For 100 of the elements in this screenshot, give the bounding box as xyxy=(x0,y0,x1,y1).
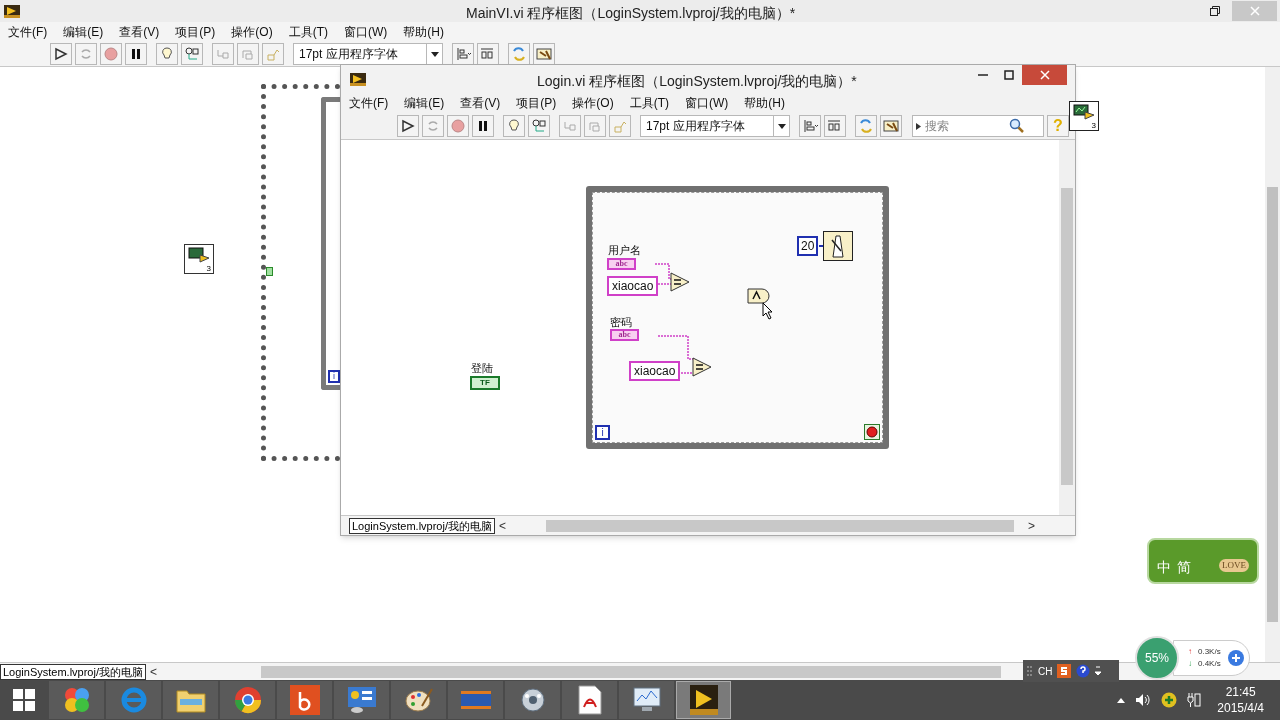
menu-item[interactable]: 查看(V) xyxy=(460,94,501,112)
retain-values-button[interactable] xyxy=(181,43,203,65)
vertical-scrollbar[interactable] xyxy=(1265,67,1280,662)
retain-values-button[interactable] xyxy=(528,115,550,137)
power-plug-icon[interactable] xyxy=(1187,692,1202,708)
menu-item[interactable]: 窗口(W) xyxy=(685,94,729,112)
menu-item[interactable]: 操作(O) xyxy=(572,94,614,112)
loop-iteration-terminal[interactable]: i xyxy=(328,370,340,383)
options-caret-icon[interactable] xyxy=(1095,666,1102,676)
menu-item[interactable]: 帮助(H) xyxy=(403,23,444,41)
upload-arrow-icon: ↑ xyxy=(1188,646,1192,658)
highlight-button[interactable] xyxy=(156,43,178,65)
metronome-icon[interactable] xyxy=(823,231,853,261)
reorder-button[interactable] xyxy=(508,43,530,65)
numeric-constant[interactable]: 20 xyxy=(797,236,819,256)
vi-glyph-icon xyxy=(188,247,210,263)
taskbar-app-button[interactable] xyxy=(505,681,560,719)
tray-expand-icon[interactable] xyxy=(1117,697,1126,703)
while-loop[interactable]: i xyxy=(321,97,340,390)
distribute-button[interactable] xyxy=(824,115,846,137)
menu-item[interactable]: 编辑(E) xyxy=(404,94,445,112)
palette-icon xyxy=(403,686,434,714)
taskbar-app-button[interactable] xyxy=(391,681,446,719)
font-dropdown[interactable]: 17pt 应用程序字体 xyxy=(293,43,443,65)
boolean-terminal[interactable]: TF xyxy=(470,376,500,390)
app-logo-icon xyxy=(349,70,367,88)
search-input[interactable]: 搜索 xyxy=(925,117,1005,135)
broom-icon xyxy=(883,118,899,134)
string-constant[interactable]: xiaocao xyxy=(629,361,681,381)
taskbar-app-button[interactable] xyxy=(619,681,674,719)
scroll-left-arrow[interactable]: < xyxy=(499,516,506,535)
font-dropdown[interactable]: 17pt 应用程序字体 xyxy=(640,115,790,137)
cleanup-button[interactable] xyxy=(880,115,902,137)
cleanup-button[interactable] xyxy=(533,43,555,65)
menu-item[interactable]: 文件(F) xyxy=(8,23,48,41)
taskbar-app-button[interactable] xyxy=(163,681,218,719)
search-field[interactable]: 搜索 xyxy=(912,115,1044,137)
cycle-arrows-icon xyxy=(425,118,441,134)
reorder-button[interactable] xyxy=(855,115,877,137)
taskbar-app-button[interactable] xyxy=(562,681,617,719)
plus-shield-icon[interactable] xyxy=(1161,692,1178,708)
language-indicator[interactable]: CH xyxy=(1038,663,1053,679)
window-title: MainVI.vi 程序框图（LoginSystem.lvproj/我的电脑）* xyxy=(466,4,796,23)
clock-date[interactable]: 2015/4/4 xyxy=(1217,700,1264,716)
menu-item[interactable]: 工具(T) xyxy=(288,23,328,41)
align-button[interactable] xyxy=(452,43,474,65)
horizontal-scrollbar-thumb[interactable] xyxy=(261,665,1001,678)
menu-item[interactable]: 项目(P) xyxy=(175,23,216,41)
scroll-right-arrow[interactable]: > xyxy=(1028,516,1036,535)
taskbar-app-button[interactable] xyxy=(676,681,731,719)
reorder-icon xyxy=(858,118,874,134)
string-terminal[interactable]: abc xyxy=(607,258,636,270)
speaker-icon[interactable] xyxy=(1135,693,1152,707)
clock-time[interactable]: 21:45 xyxy=(1225,684,1256,700)
highlight-button[interactable] xyxy=(503,115,525,137)
run-button[interactable] xyxy=(397,115,419,137)
taskbar-app-button[interactable] xyxy=(334,681,389,719)
pause-button[interactable] xyxy=(125,43,147,65)
menu-item[interactable]: 工具(T) xyxy=(629,94,669,112)
and-node-icon[interactable] xyxy=(747,288,771,304)
help-icon[interactable] xyxy=(1076,664,1091,678)
menu-item[interactable]: 操作(O) xyxy=(231,23,273,41)
close-icon xyxy=(1039,70,1050,80)
scroll-left-arrow[interactable]: < xyxy=(150,662,157,681)
equal-node-icon[interactable] xyxy=(670,272,690,292)
grip-icon[interactable] xyxy=(1027,665,1033,677)
ime-skin-widget[interactable]: 中 简 LOVE xyxy=(1147,538,1259,584)
control-label: 用户名 xyxy=(608,243,641,258)
cycle-arrows-icon xyxy=(78,46,94,62)
menu-item[interactable]: 查看(V) xyxy=(119,23,160,41)
menu-item[interactable]: 项目(P) xyxy=(516,94,557,112)
vi-subvi-node[interactable]: 3 xyxy=(184,244,214,274)
while-loop[interactable]: i xyxy=(261,84,340,461)
tunnel[interactable] xyxy=(266,267,273,276)
s-logo-icon[interactable] xyxy=(1057,664,1072,678)
loop-iteration-terminal[interactable]: i xyxy=(595,425,610,440)
taskbar-app-button[interactable] xyxy=(277,681,332,719)
probe-icon xyxy=(184,46,200,62)
menu-item[interactable]: 文件(F) xyxy=(349,94,389,112)
horizontal-scrollbar-thumb[interactable] xyxy=(546,519,1014,532)
taskbar-app-button[interactable] xyxy=(49,681,104,719)
menu-item[interactable]: 编辑(E) xyxy=(63,23,104,41)
equal-node-icon[interactable] xyxy=(692,357,712,377)
vi-icon[interactable]: 3 xyxy=(1069,101,1099,131)
while-loop[interactable]: 用户名 abc xiaocao 密码 abc xiaocao 20 i xyxy=(586,186,889,449)
string-constant[interactable]: xiaocao xyxy=(607,276,659,296)
menu-item[interactable]: 窗口(W) xyxy=(344,23,388,41)
plus-icon[interactable] xyxy=(1226,649,1245,667)
distribute-button[interactable] xyxy=(477,43,499,65)
dropdown-caret-icon xyxy=(777,123,786,129)
pause-button[interactable] xyxy=(472,115,494,137)
menu-item[interactable]: 帮助(H) xyxy=(744,94,785,112)
close-icon xyxy=(1249,6,1260,16)
vertical-scrollbar[interactable] xyxy=(1059,140,1075,515)
taskbar-app-button[interactable] xyxy=(220,681,275,719)
align-button[interactable] xyxy=(799,115,821,137)
stop-condition-icon[interactable] xyxy=(864,424,880,440)
run-button[interactable] xyxy=(50,43,72,65)
path-label: LoginSystem.lvproj/我的电脑 xyxy=(0,663,146,680)
string-terminal[interactable]: abc xyxy=(610,329,639,341)
